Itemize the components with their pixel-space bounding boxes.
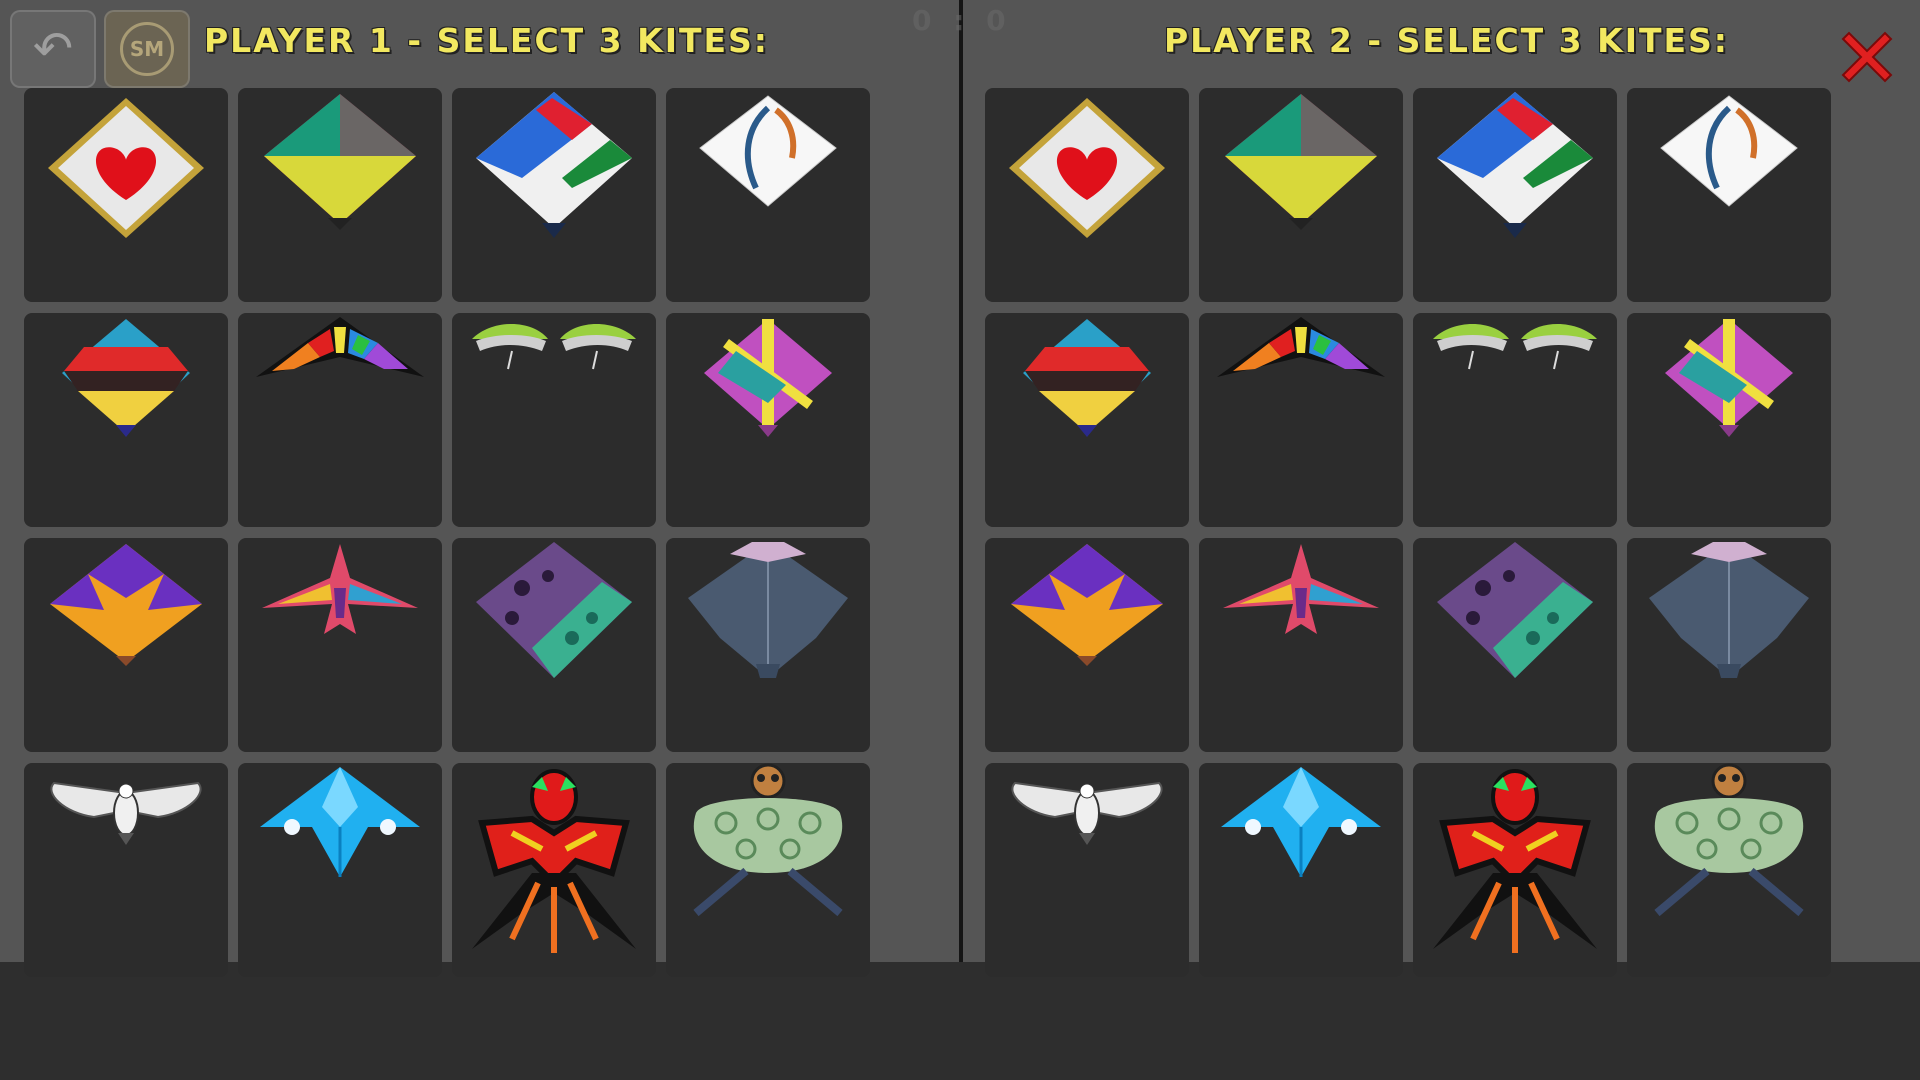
stripe-kite-icon xyxy=(1437,92,1593,238)
bird-kite-icon xyxy=(262,544,418,634)
player2-kite-tile-cross-kite[interactable] xyxy=(1627,313,1831,527)
player2-kite-tile-blue-jet-kite[interactable] xyxy=(1199,763,1403,977)
mustache-kite-icon xyxy=(1023,319,1151,437)
player1-panel: PLAYER 1 - SELECT 3 KITES: xyxy=(0,0,960,977)
player2-kite-tile-dragon-kite[interactable] xyxy=(1413,763,1617,977)
player1-kite-tile-bird-kite[interactable] xyxy=(238,538,442,752)
heart-kite-icon xyxy=(48,98,204,238)
player2-kite-tile-peacock-kite[interactable] xyxy=(1627,763,1831,977)
floral-kite-icon xyxy=(1437,542,1593,678)
sm-button[interactable]: SM xyxy=(104,10,190,88)
dragon-kite-icon xyxy=(472,769,636,953)
player2-kite-tile-bird-kite[interactable] xyxy=(1199,538,1403,752)
heart-kite-icon xyxy=(1009,98,1165,238)
player2-kite-tile-mustache-kite[interactable] xyxy=(985,313,1189,527)
cross-kite-icon xyxy=(704,319,832,437)
player2-kite-tile-rainbow-delta-kite[interactable] xyxy=(1199,313,1403,527)
blue-jet-kite-icon xyxy=(1221,767,1381,877)
player2-kite-tile-floral-kite[interactable] xyxy=(1413,538,1617,752)
player1-kite-tile-cross-kite[interactable] xyxy=(666,313,870,527)
mustache-kite-icon xyxy=(62,319,190,437)
game-stage: PLAYER 1 - SELECT 3 KITES: PLAYER 2 - SE… xyxy=(0,0,1920,977)
player2-kite-tile-tricolor-kite[interactable] xyxy=(1199,88,1403,302)
denim-kite-icon xyxy=(688,542,848,678)
player2-kite-tile-eagle-kite[interactable] xyxy=(985,763,1189,977)
stripe-kite-icon xyxy=(476,92,632,238)
eagle-kite-icon xyxy=(50,781,202,845)
player2-kite-tile-purple-orange-kite[interactable] xyxy=(985,538,1189,752)
player1-title: PLAYER 1 - SELECT 3 KITES: xyxy=(204,21,769,60)
player2-kite-tile-heart-kite[interactable] xyxy=(985,88,1189,302)
purple-orange-kite-icon xyxy=(1011,544,1163,666)
sm-badge: SM xyxy=(120,22,174,76)
player2-kite-tile-stripe-kite[interactable] xyxy=(1413,88,1617,302)
denim-kite-icon xyxy=(1649,542,1809,678)
score-display: 0 : 0 xyxy=(912,4,1012,37)
eagle-kite-icon xyxy=(1011,781,1163,845)
peacock-kite-icon xyxy=(1654,763,1804,917)
parachute-kite-icon xyxy=(1433,324,1597,370)
player2-kite-tile-denim-kite[interactable] xyxy=(1627,538,1831,752)
player2-title: PLAYER 2 - SELECT 3 KITES: xyxy=(1164,21,1729,60)
player1-kite-tile-rainbow-delta-kite[interactable] xyxy=(238,313,442,527)
tricolor-kite-icon xyxy=(264,94,416,230)
rainbow-delta-kite-icon xyxy=(256,317,424,377)
tricolor-kite-icon xyxy=(1225,94,1377,230)
player2-kite-tile-parachute-kite[interactable] xyxy=(1413,313,1617,527)
cross-kite-icon xyxy=(1665,319,1793,437)
player1-kite-tile-parachute-kite[interactable] xyxy=(452,313,656,527)
player1-kite-tile-stripe-kite[interactable] xyxy=(452,88,656,302)
player2-panel: PLAYER 2 - SELECT 3 KITES: xyxy=(964,0,1920,977)
player1-kite-tile-heart-kite[interactable] xyxy=(24,88,228,302)
player1-kite-tile-denim-kite[interactable] xyxy=(666,538,870,752)
player1-kite-tile-blue-jet-kite[interactable] xyxy=(238,763,442,977)
rainbow-delta-kite-icon xyxy=(1217,317,1385,377)
player1-kite-tile-dragon-kite[interactable] xyxy=(452,763,656,977)
close-button[interactable] xyxy=(1832,22,1902,92)
peacock-kite-icon xyxy=(693,763,843,917)
player1-kite-tile-floral-kite[interactable] xyxy=(452,538,656,752)
player2-kite-tile-white-swoosh-kite[interactable] xyxy=(1627,88,1831,302)
player1-kite-tile-mustache-kite[interactable] xyxy=(24,313,228,527)
player1-kite-tile-tricolor-kite[interactable] xyxy=(238,88,442,302)
player1-kite-tile-white-swoosh-kite[interactable] xyxy=(666,88,870,302)
player1-kite-tile-purple-orange-kite[interactable] xyxy=(24,538,228,752)
bird-kite-icon xyxy=(1223,544,1379,634)
panel-divider xyxy=(959,0,963,962)
blue-jet-kite-icon xyxy=(260,767,420,877)
white-swoosh-kite-icon xyxy=(699,95,837,207)
close-x-icon xyxy=(1841,31,1893,83)
player1-kite-tile-eagle-kite[interactable] xyxy=(24,763,228,977)
back-arrow-icon: ↶ xyxy=(32,21,74,77)
parachute-kite-icon xyxy=(472,324,636,370)
dragon-kite-icon xyxy=(1433,769,1597,953)
floral-kite-icon xyxy=(476,542,632,678)
back-button[interactable]: ↶ xyxy=(10,10,96,88)
purple-orange-kite-icon xyxy=(50,544,202,666)
white-swoosh-kite-icon xyxy=(1660,95,1798,207)
player1-kite-tile-peacock-kite[interactable] xyxy=(666,763,870,977)
